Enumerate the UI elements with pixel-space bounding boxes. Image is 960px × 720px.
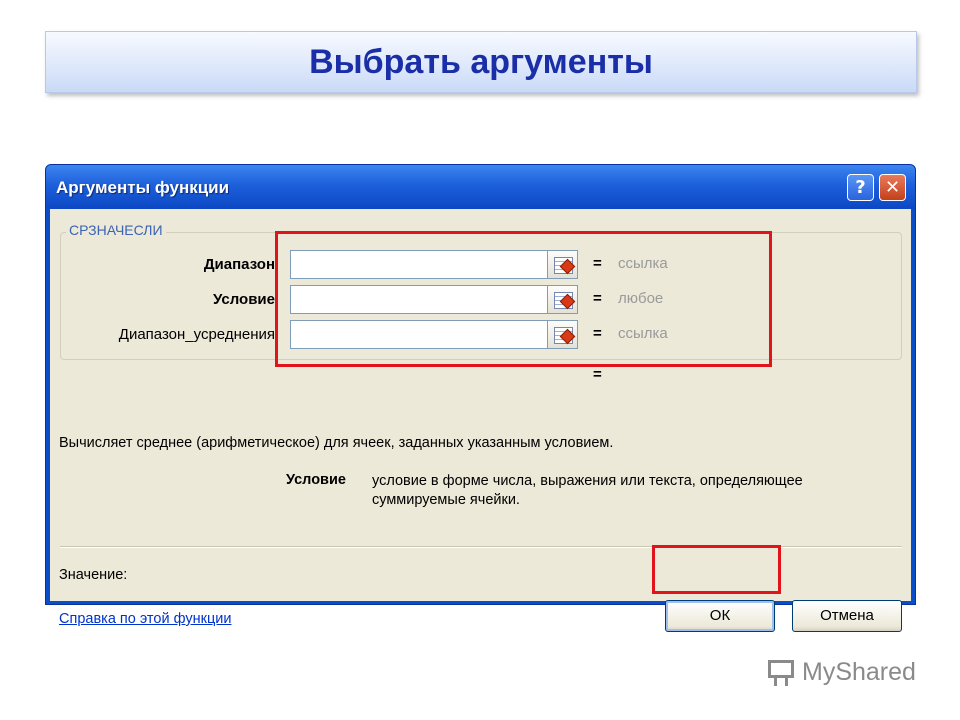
value-label: Значение:: [59, 567, 128, 583]
close-icon[interactable]: ✕: [879, 174, 906, 201]
ok-highlight-box: [652, 545, 781, 594]
cancel-button[interactable]: Отмена: [792, 600, 902, 632]
arg-label-range: Диапазон: [203, 256, 275, 273]
slide-title-banner: Выбрать аргументы: [45, 31, 917, 93]
brand-text: MyShared: [802, 657, 916, 686]
slide-title: Выбрать аргументы: [309, 42, 653, 81]
argument-labels: Диапазон Условие Диапазон_усреднения: [70, 209, 275, 369]
dialog-title: Аргументы функции: [56, 178, 230, 197]
param-description: условие в форме числа, выражения или тек…: [372, 473, 803, 508]
brand-logo: MyShared: [766, 657, 916, 687]
param-name: Условие: [286, 472, 346, 488]
arg-label-criteria: Условие: [212, 291, 275, 308]
help-link[interactable]: Справка по этой функции: [59, 611, 231, 627]
function-description: Вычисляет среднее (арифметическое) для я…: [59, 435, 614, 451]
result-equals: =: [593, 366, 602, 383]
help-icon[interactable]: ?: [847, 174, 874, 201]
dialog-titlebar[interactable]: Аргументы функции ? ✕: [46, 165, 915, 209]
ok-button[interactable]: ОК: [665, 600, 775, 632]
arguments-highlight-box: [275, 231, 772, 367]
presentation-board-icon: [766, 657, 798, 687]
arg-label-average-range: Диапазон_усреднения: [118, 326, 275, 343]
